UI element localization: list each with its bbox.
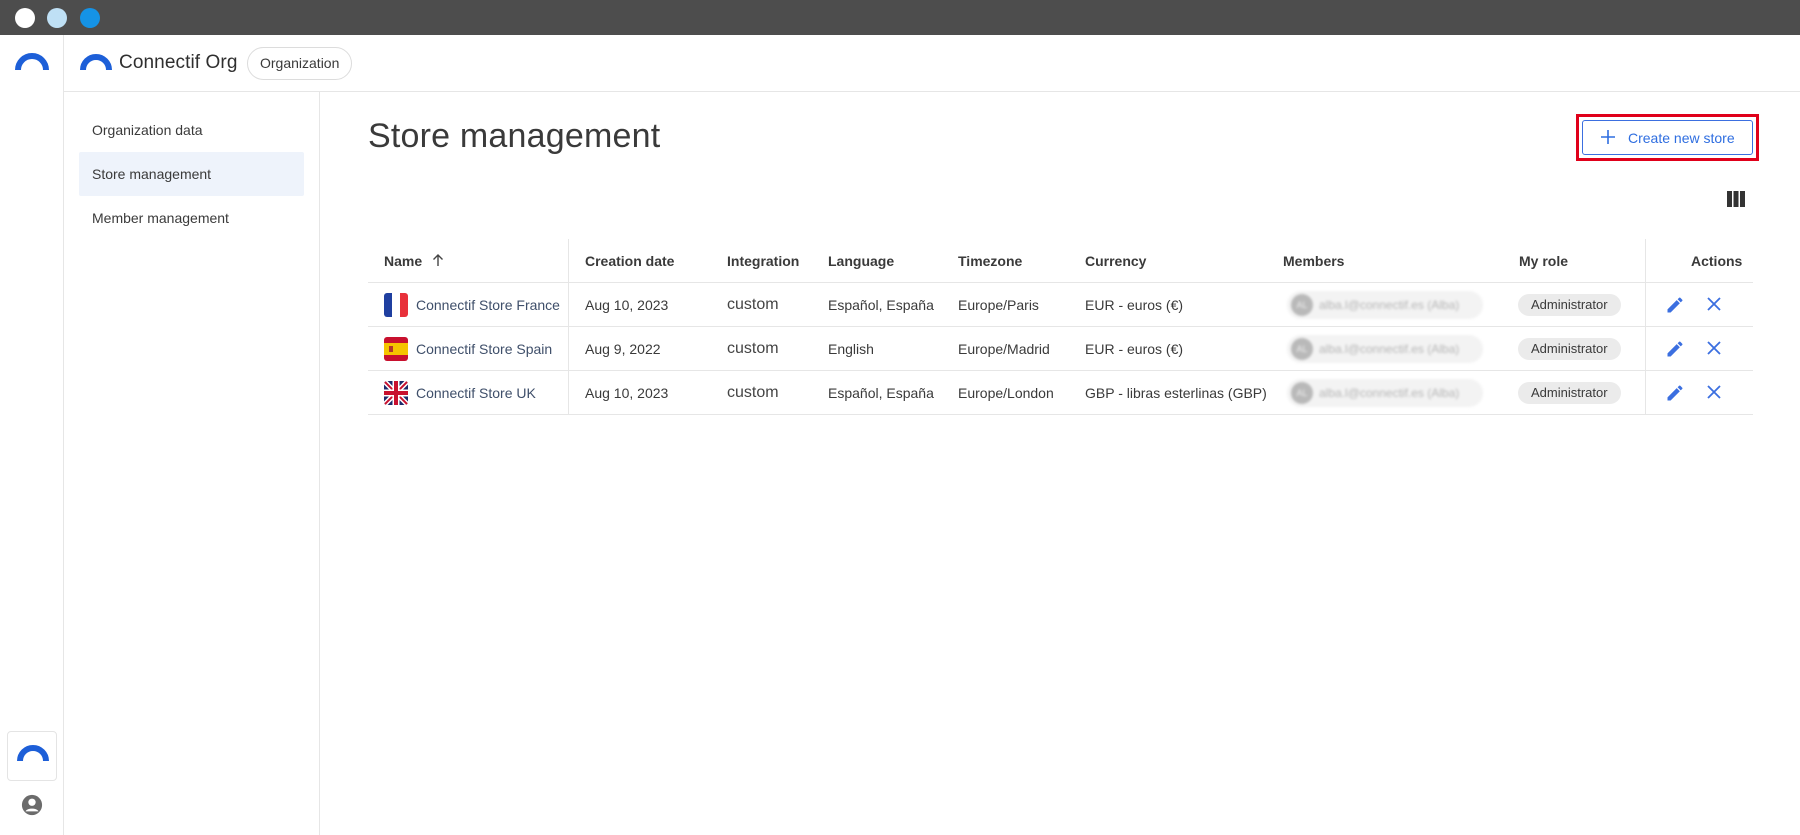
role-badge: Administrator	[1518, 382, 1621, 404]
timezone-cell: Europe/London	[958, 385, 1054, 401]
connectif-logo-icon	[17, 745, 49, 762]
member-chip[interactable]: AL alba.l@connectif.es (Alba)	[1287, 335, 1483, 363]
integration-cell: custom	[727, 340, 779, 357]
table-row: Connectif Store Spain Aug 9, 2022 custom…	[368, 327, 1753, 371]
role-badge: Administrator	[1518, 338, 1621, 360]
app-rail	[0, 35, 64, 835]
create-button-highlight: Create new store	[1576, 114, 1759, 161]
store-name-link[interactable]: Connectif Store UK	[416, 371, 536, 415]
column-header-actions: Actions	[1691, 253, 1743, 269]
connectif-logo-icon[interactable]	[15, 53, 49, 76]
store-name-link[interactable]: Connectif Store France	[416, 283, 560, 327]
member-label: alba.l@connectif.es (Alba)	[1319, 386, 1460, 400]
france-flag-icon	[384, 293, 408, 317]
window-close-dot[interactable]	[15, 8, 35, 28]
column-header-my-role[interactable]: My role	[1519, 239, 1568, 283]
window-minimize-dot[interactable]	[47, 8, 67, 28]
language-cell: Español, España	[828, 297, 934, 313]
store-name-link[interactable]: Connectif Store Spain	[416, 327, 552, 371]
org-type-chip: Organization	[247, 47, 353, 80]
table-row: Connectif Store UK Aug 10, 2023 custom E…	[368, 371, 1753, 415]
member-chip[interactable]: AL alba.l@connectif.es (Alba)	[1287, 379, 1483, 407]
edit-pencil-icon[interactable]	[1665, 339, 1685, 364]
member-label: alba.l@connectif.es (Alba)	[1319, 342, 1460, 356]
org-name: Connectif Org	[119, 52, 238, 73]
view-columns-icon[interactable]	[1727, 191, 1745, 212]
integration-cell: custom	[727, 296, 779, 313]
currency-cell: EUR - euros (€)	[1085, 297, 1184, 313]
timezone-cell: Europe/Paris	[958, 297, 1039, 313]
sort-ascending-icon[interactable]	[432, 240, 444, 284]
top-header: Connectif Org Organization	[64, 35, 1800, 92]
table-header: Name Creation date Integration Language …	[368, 239, 1753, 283]
edit-pencil-icon[interactable]	[1665, 295, 1685, 320]
creation-date-cell: Aug 9, 2022	[585, 341, 661, 357]
avatar: AL	[1291, 294, 1313, 316]
member-chip[interactable]: AL alba.l@connectif.es (Alba)	[1287, 291, 1483, 319]
avatar: AL	[1291, 382, 1313, 404]
member-label: alba.l@connectif.es (Alba)	[1319, 298, 1460, 312]
delete-close-icon[interactable]	[1706, 384, 1722, 405]
create-new-store-label: Create new store	[1628, 130, 1735, 146]
spain-flag-icon	[384, 337, 408, 361]
column-header-language[interactable]: Language	[828, 239, 894, 283]
delete-close-icon[interactable]	[1706, 296, 1722, 317]
currency-cell: EUR - euros (€)	[1085, 341, 1184, 357]
plus-icon	[1599, 128, 1617, 149]
settings-sidenav: Organization data Store management Membe…	[64, 92, 320, 835]
column-header-integration[interactable]: Integration	[727, 239, 799, 283]
table-row: Connectif Store France Aug 10, 2023 cust…	[368, 283, 1753, 327]
column-header-timezone[interactable]: Timezone	[958, 239, 1022, 283]
window-titlebar	[0, 0, 1800, 35]
column-header-label: Name	[384, 253, 423, 269]
store-switcher-button[interactable]	[7, 731, 57, 781]
sidenav-item-organization-data[interactable]: Organization data	[79, 108, 304, 152]
creation-date-cell: Aug 10, 2023	[585, 385, 669, 401]
language-cell: Español, España	[828, 385, 934, 401]
uk-flag-icon	[384, 381, 408, 405]
currency-cell: GBP - libras esterlinas (GBP)	[1085, 385, 1267, 401]
column-header-members[interactable]: Members	[1283, 239, 1344, 283]
sidenav-item-store-management[interactable]: Store management	[79, 152, 304, 196]
timezone-cell: Europe/Madrid	[958, 341, 1050, 357]
role-badge: Administrator	[1518, 294, 1621, 316]
org-logo-icon	[80, 53, 112, 76]
creation-date-cell: Aug 10, 2023	[585, 297, 669, 313]
integration-cell: custom	[727, 384, 779, 401]
edit-pencil-icon[interactable]	[1665, 383, 1685, 408]
create-new-store-button[interactable]: Create new store	[1582, 120, 1753, 155]
sidenav-item-member-management[interactable]: Member management	[79, 196, 304, 240]
column-header-currency[interactable]: Currency	[1085, 239, 1146, 283]
column-header-creation-date[interactable]: Creation date	[585, 239, 674, 283]
page-title: Store management	[368, 117, 661, 155]
avatar: AL	[1291, 338, 1313, 360]
delete-close-icon[interactable]	[1706, 340, 1722, 361]
user-account-icon[interactable]	[21, 794, 43, 821]
stores-table: Name Creation date Integration Language …	[368, 239, 1753, 415]
window-maximize-dot[interactable]	[80, 8, 100, 28]
column-header-name[interactable]: Name	[384, 239, 444, 283]
language-cell: English	[828, 341, 874, 357]
